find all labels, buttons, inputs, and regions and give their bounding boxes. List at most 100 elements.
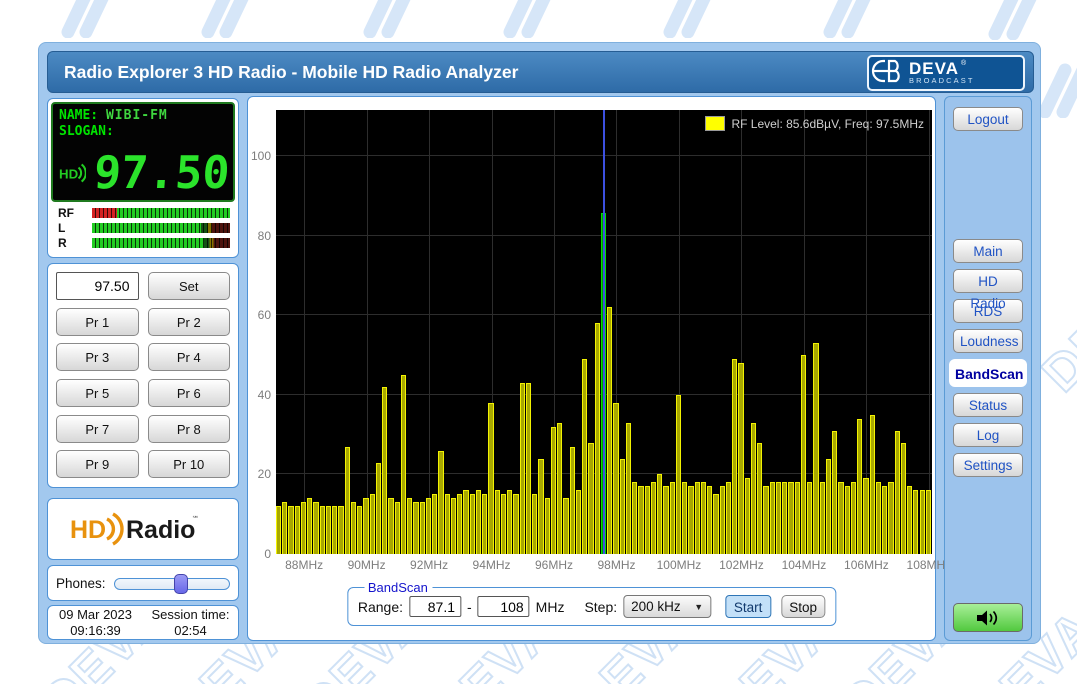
- bar: [538, 459, 543, 554]
- sidebar-item-status[interactable]: Status: [953, 393, 1023, 417]
- bar: [645, 486, 650, 554]
- deva-watermark-glyph: [660, 0, 714, 43]
- range-to-input[interactable]: [478, 596, 530, 617]
- svg-text:℠: ℠: [192, 515, 199, 523]
- gridline-vertical: [429, 110, 430, 554]
- y-axis-tick: 100: [251, 149, 271, 163]
- chart-legend: RF Level: 85.6dBµV, Freq: 97.5MHz: [705, 116, 924, 131]
- hd-radio-logo-panel: HD Radio ℠: [47, 498, 239, 560]
- bar: [876, 482, 881, 554]
- slider-thumb[interactable]: [174, 574, 188, 594]
- lcd-frequency-row: HD 97.50: [59, 148, 229, 198]
- name-value: WIBI-FM: [106, 108, 168, 123]
- bar: [576, 490, 581, 554]
- slider-track[interactable]: [114, 578, 230, 590]
- bar: [413, 502, 418, 554]
- bar: [638, 486, 643, 554]
- preset-button-7[interactable]: Pr 7: [56, 415, 139, 443]
- bandscan-controls-title: BandScan: [364, 580, 432, 595]
- bar: [401, 375, 406, 554]
- bar: [326, 506, 331, 554]
- bar: [870, 415, 875, 554]
- bar: [926, 490, 931, 554]
- sidebar-item-loudness[interactable]: Loudness: [953, 329, 1023, 353]
- bar: [682, 482, 687, 554]
- preset-button-9[interactable]: Pr 9: [56, 450, 139, 478]
- logout-button[interactable]: Logout: [953, 107, 1023, 131]
- sidebar-item-bandscan[interactable]: BandScan: [949, 359, 1027, 387]
- preset-button-3[interactable]: Pr 3: [56, 343, 139, 371]
- start-button[interactable]: Start: [725, 595, 771, 618]
- bar: [407, 498, 412, 554]
- bar: [726, 482, 731, 554]
- bar: [495, 490, 500, 554]
- bar: [607, 307, 612, 554]
- preset-button-10[interactable]: Pr 10: [148, 450, 231, 478]
- x-axis-tick: 102MHz: [719, 558, 764, 572]
- step-select[interactable]: 200 kHz ▼: [623, 595, 711, 618]
- preset-button-4[interactable]: Pr 4: [148, 343, 231, 371]
- svg-text:HD: HD: [59, 166, 79, 181]
- bandscan-chart-panel: RF Level: 85.6dBµV, Freq: 97.5MHz 020406…: [247, 96, 936, 641]
- range-from-input[interactable]: [409, 596, 461, 617]
- bar: [701, 482, 706, 554]
- hd-radio-logo: HD Radio ℠: [68, 507, 218, 551]
- session-time-label: Session time:: [143, 607, 238, 623]
- sidebar-item-hd-radio[interactable]: HD Radio: [953, 269, 1023, 293]
- bar: [370, 494, 375, 554]
- bar: [851, 482, 856, 554]
- hd-icon: HD: [59, 158, 86, 188]
- bar: [482, 494, 487, 554]
- preset-button-8[interactable]: Pr 8: [148, 415, 231, 443]
- bar: [813, 343, 818, 554]
- y-axis-tick: 40: [258, 388, 271, 402]
- bar: [863, 478, 868, 554]
- bar: [507, 490, 512, 554]
- station-name-line: NAME: WIBI-FM: [59, 108, 227, 124]
- x-axis-tick: 96MHz: [535, 558, 573, 572]
- svg-text:®: ®: [961, 59, 967, 67]
- preset-button-1[interactable]: Pr 1: [56, 308, 139, 336]
- bar: [613, 403, 618, 554]
- bar: [376, 463, 381, 555]
- y-axis-tick: 80: [258, 229, 271, 243]
- bar: [295, 506, 300, 554]
- bar: [432, 494, 437, 554]
- stop-button[interactable]: Stop: [781, 595, 825, 618]
- chevron-down-icon: ▼: [694, 602, 703, 612]
- x-axis-tick: 98MHz: [597, 558, 635, 572]
- preset-button-2[interactable]: Pr 2: [148, 308, 231, 336]
- bar: [882, 486, 887, 554]
- phones-volume-slider[interactable]: [114, 574, 230, 592]
- bar: [588, 443, 593, 554]
- bar: [788, 482, 793, 554]
- preset-button-6[interactable]: Pr 6: [148, 379, 231, 407]
- bar: [676, 395, 681, 554]
- app-root: DEVADEVADEVADEVADEVADEVADEVADEVADEVA Rad…: [0, 0, 1077, 684]
- set-button[interactable]: Set: [148, 272, 231, 300]
- bar: [438, 451, 443, 554]
- bar: [451, 498, 456, 554]
- sidebar-item-main[interactable]: Main: [953, 239, 1023, 263]
- deva-watermark-glyph: [1035, 60, 1077, 123]
- session-block: Session time: 02:54: [143, 607, 238, 639]
- range-label: Range:: [358, 599, 403, 615]
- bandscan-controls: BandScan Range: - MHz Step: 200 kHz ▼ St…: [347, 580, 836, 626]
- y-axis-tick: 60: [258, 308, 271, 322]
- bar: [738, 363, 743, 554]
- sidebar-item-rds[interactable]: RDS: [953, 299, 1023, 323]
- bar: [476, 490, 481, 554]
- preset-button-5[interactable]: Pr 5: [56, 379, 139, 407]
- frequency-input[interactable]: [56, 272, 139, 300]
- bar: [501, 494, 506, 554]
- x-axis-tick: 94MHz: [473, 558, 511, 572]
- bar: [732, 359, 737, 554]
- bar: [626, 423, 631, 554]
- station-slogan-line: SLOGAN:: [59, 124, 227, 140]
- audio-mute-button[interactable]: [953, 603, 1023, 632]
- deva-logo: DEVA ® BROADCAST: [867, 55, 1025, 91]
- bar: [807, 482, 812, 554]
- bar: [420, 502, 425, 554]
- sidebar-item-settings[interactable]: Settings: [953, 453, 1023, 477]
- sidebar-item-log[interactable]: Log: [953, 423, 1023, 447]
